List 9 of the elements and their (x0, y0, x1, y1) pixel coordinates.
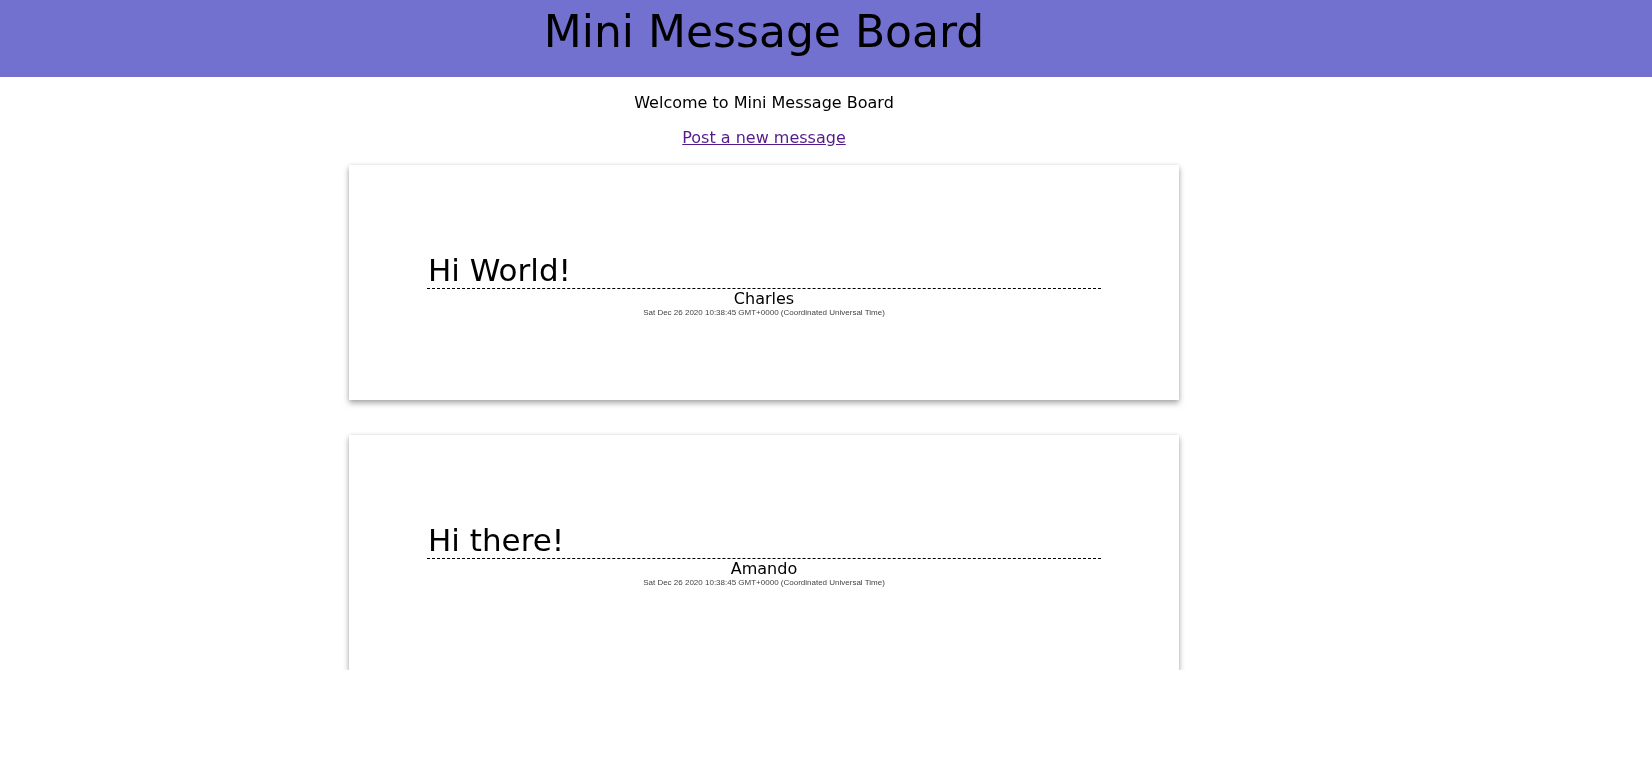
welcome-text: Welcome to Mini Message Board (634, 93, 894, 113)
message-text: Hi there! (427, 521, 1101, 559)
new-message-link[interactable]: Post a new message (682, 128, 846, 148)
message-date: Sat Dec 26 2020 10:38:45 GMT+0000 (Coordinated Universal Time) (643, 307, 885, 318)
page-title: Mini Message Board (543, 5, 985, 58)
message-author: Charles (733, 288, 795, 308)
message-text: Hi World! (427, 251, 1101, 289)
message-author: Amando (730, 558, 798, 578)
message-date: Sat Dec 26 2020 10:38:45 GMT+0000 (Coordinated Universal Time) (643, 577, 885, 588)
